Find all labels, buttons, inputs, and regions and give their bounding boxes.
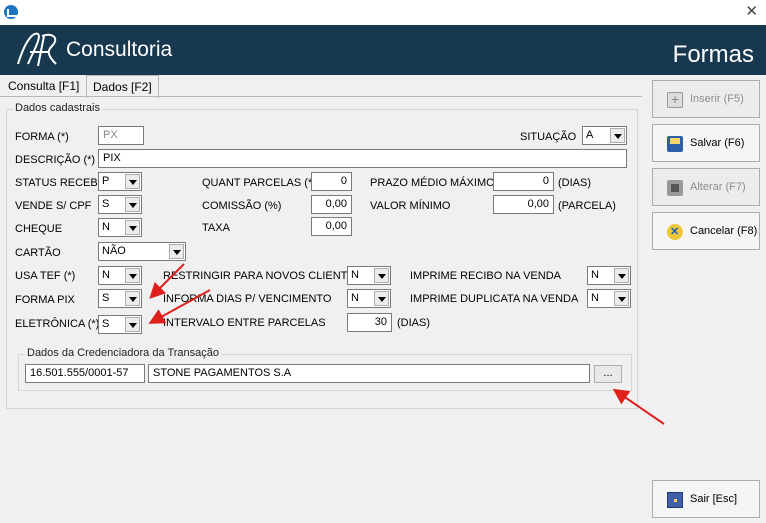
- intervalo-label: INTERVALO ENTRE PARCELAS: [163, 317, 326, 329]
- window-titlebar: ✕: [0, 0, 766, 25]
- page-title: Formas: [672, 41, 754, 68]
- chevron-down-icon[interactable]: [125, 291, 140, 306]
- valor-minimo-input[interactable]: 0,00: [493, 195, 554, 214]
- forma-pix-label: FORMA PIX: [15, 294, 75, 306]
- imprime-duplicata-label: IMPRIME DUPLICATA NA VENDA: [410, 293, 579, 305]
- chevron-down-icon[interactable]: [614, 291, 629, 306]
- taxa-input[interactable]: 0,00: [311, 217, 352, 236]
- forma-input[interactable]: PX: [98, 126, 144, 145]
- eletronica-value: S: [102, 318, 110, 330]
- chevron-down-icon[interactable]: [125, 268, 140, 283]
- cartao-select[interactable]: NÃO: [98, 242, 186, 261]
- insert-icon: [667, 91, 683, 108]
- group-legend: Dados cadastrais: [13, 102, 102, 114]
- quant-parcelas-label: QUANT PARCELAS (*): [202, 177, 316, 189]
- cheque-value: N: [102, 221, 110, 233]
- cancelar-button[interactable]: Cancelar (F8): [652, 212, 760, 250]
- chevron-down-icon[interactable]: [610, 128, 625, 143]
- tab-dados[interactable]: Dados [F2]: [86, 75, 159, 98]
- imprime-recibo-label: IMPRIME RECIBO NA VENDA: [410, 270, 561, 282]
- close-icon[interactable]: ✕: [745, 4, 758, 19]
- edit-icon: [667, 180, 683, 196]
- informa-dias-label: INFORMA DIAS P/ VENCIMENTO: [163, 293, 332, 305]
- chevron-down-icon[interactable]: [125, 317, 140, 332]
- informa-dias-value: N: [351, 292, 359, 304]
- forma-label: FORMA (*): [15, 131, 69, 143]
- vende-cpf-value: S: [102, 198, 110, 210]
- imprime-duplicata-select[interactable]: N: [587, 289, 631, 308]
- quant-parcelas-input[interactable]: 0: [311, 172, 352, 191]
- usa-tef-select[interactable]: N: [98, 266, 142, 285]
- comissao-label: COMISSÃO (%): [202, 200, 282, 212]
- restringir-select[interactable]: N: [347, 266, 391, 285]
- chevron-down-icon[interactable]: [374, 268, 389, 283]
- tab-consulta[interactable]: Consulta [F1]: [2, 77, 85, 97]
- credenciadora-lookup-button[interactable]: ...: [594, 365, 622, 383]
- forma-pix-select[interactable]: S: [98, 289, 142, 308]
- sair-label: Sair [Esc]: [690, 493, 738, 505]
- valor-minimo-label: VALOR MÍNIMO: [370, 200, 451, 212]
- chevron-down-icon[interactable]: [169, 244, 184, 259]
- prazo-medio-unit: (DIAS): [558, 177, 591, 189]
- restringir-label: RESTRINGIR PARA NOVOS CLIENTES: [163, 270, 363, 282]
- alterar-button[interactable]: Alterar (F7): [652, 168, 760, 206]
- tab-content-dados: Dados cadastrais FORMA (*) PX SITUAÇÃO A…: [0, 96, 642, 523]
- descricao-input[interactable]: PIX: [98, 149, 627, 168]
- prazo-medio-label: PRAZO MÉDIO MÁXIMO: [370, 177, 495, 189]
- cheque-select[interactable]: N: [98, 218, 142, 237]
- prazo-medio-input[interactable]: 0: [493, 172, 554, 191]
- restringir-value: N: [351, 269, 359, 281]
- inserir-button[interactable]: Inserir (F5): [652, 80, 760, 118]
- inserir-label: Inserir (F5): [690, 93, 744, 105]
- usa-tef-value: N: [102, 269, 110, 281]
- salvar-button[interactable]: Salvar (F6): [652, 124, 760, 162]
- credenciadora-cnpj-input[interactable]: 16.501.555/0001-57: [25, 364, 145, 383]
- group-legend-credenciadora: Dados da Credenciadora da Transação: [25, 347, 222, 359]
- comissao-input[interactable]: 0,00: [311, 195, 352, 214]
- chevron-down-icon[interactable]: [125, 197, 140, 212]
- eletronica-select[interactable]: S: [98, 315, 142, 334]
- vende-cpf-label: VENDE S/ CPF: [15, 200, 92, 212]
- imprime-recibo-select[interactable]: N: [587, 266, 631, 285]
- save-disk-icon: [667, 136, 683, 152]
- logo-icon: [17, 32, 57, 67]
- cheque-label: CHEQUE: [15, 223, 63, 235]
- usa-tef-label: USA TEF (*): [15, 270, 76, 282]
- exit-door-icon: [667, 492, 683, 508]
- alterar-label: Alterar (F7): [690, 181, 746, 193]
- descricao-label: DESCRIÇÃO (*): [15, 154, 96, 166]
- situacao-label: SITUAÇÃO: [520, 131, 577, 143]
- credenciadora-nome-input[interactable]: STONE PAGAMENTOS S.A: [148, 364, 590, 383]
- informa-dias-select[interactable]: N: [347, 289, 391, 308]
- situacao-value: A: [586, 129, 594, 141]
- cancel-icon: [667, 224, 683, 240]
- brand-name: Consultoria: [66, 38, 173, 61]
- imprime-duplicata-value: N: [591, 292, 599, 304]
- taxa-label: TAXA: [202, 222, 230, 234]
- status-receb-label: STATUS RECEB.: [15, 177, 101, 189]
- cartao-label: CARTÃO: [15, 247, 61, 259]
- chevron-down-icon[interactable]: [614, 268, 629, 283]
- valor-minimo-unit: (PARCELA): [558, 200, 616, 212]
- vende-cpf-select[interactable]: S: [98, 195, 142, 214]
- imprime-recibo-value: N: [591, 269, 599, 281]
- intervalo-unit: (DIAS): [397, 317, 430, 329]
- cancelar-label: Cancelar (F8): [690, 225, 758, 237]
- cartao-value: NÃO: [102, 245, 126, 257]
- forma-pix-value: S: [102, 292, 110, 304]
- chevron-down-icon[interactable]: [374, 291, 389, 306]
- status-receb-select[interactable]: P: [98, 172, 142, 191]
- status-receb-value: P: [102, 175, 110, 187]
- chevron-down-icon[interactable]: [125, 220, 140, 235]
- intervalo-input[interactable]: 30: [347, 313, 392, 332]
- chevron-down-icon[interactable]: [125, 174, 140, 189]
- app-icon: [4, 5, 18, 19]
- sair-button[interactable]: Sair [Esc]: [652, 480, 760, 518]
- salvar-label: Salvar (F6): [690, 137, 745, 149]
- app-header: Consultoria Formas: [0, 25, 766, 75]
- situacao-select[interactable]: A: [582, 126, 627, 145]
- eletronica-label: ELETRÔNICA (*): [15, 318, 100, 330]
